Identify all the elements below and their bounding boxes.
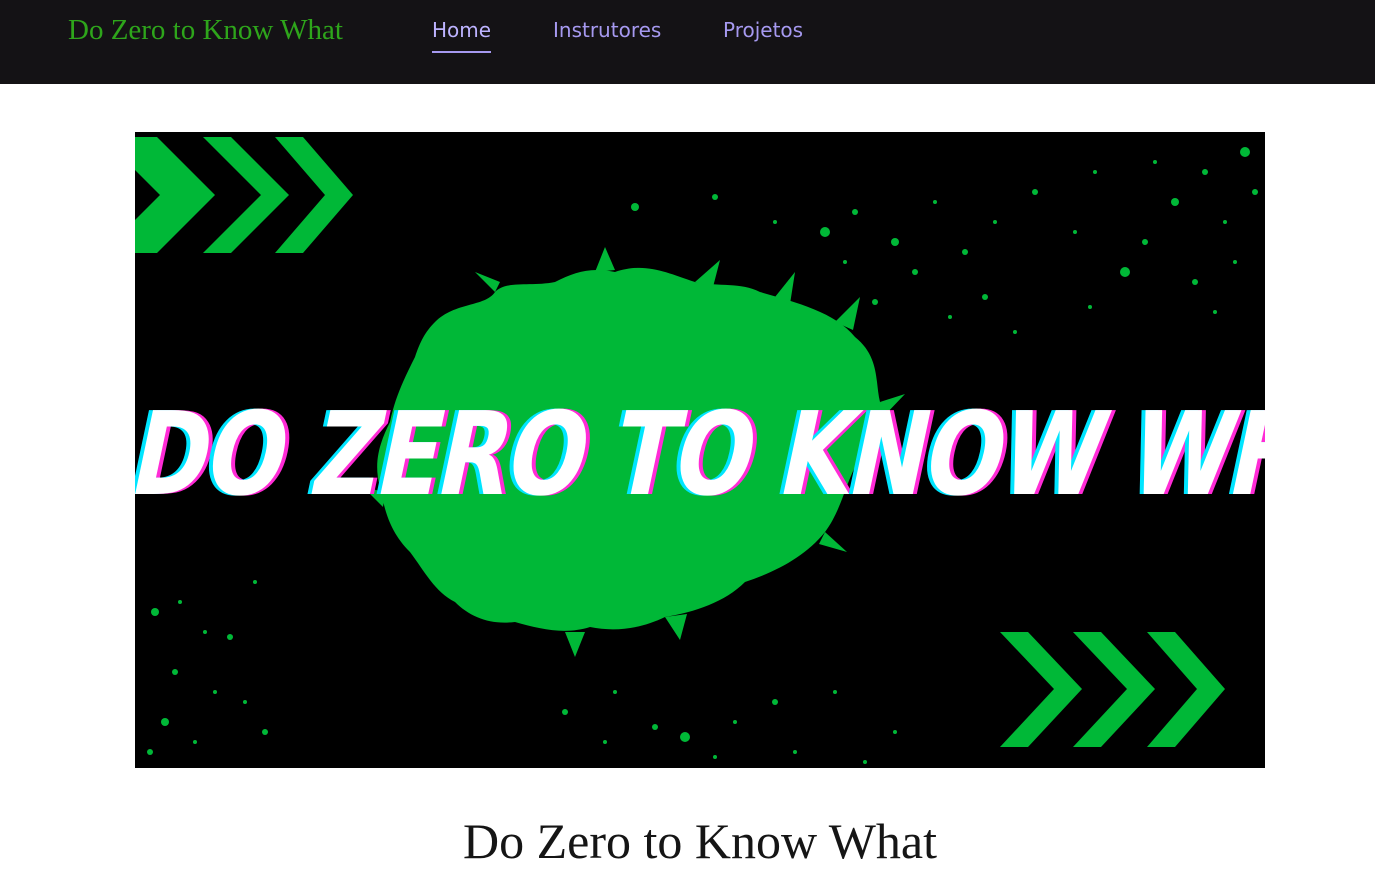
nav-projetos[interactable]: Projetos [723,17,803,43]
chevron-icon [1147,632,1225,747]
nav-home-label: Home [432,18,492,42]
nav-instrutores[interactable]: Instrutores [553,17,661,43]
active-indicator [432,51,492,53]
chevron-icon [1073,632,1155,747]
chevron-icon [135,137,215,253]
brand-link[interactable]: Do Zero to Know What [68,12,343,48]
top-navbar: Do Zero to Know What Home Instrutores Pr… [0,0,1375,84]
chevron-icon [1000,632,1082,747]
nav-home[interactable]: Home [432,17,492,53]
hero-banner-image: DO ZERO TO KNOW WHAT [135,132,1265,768]
chevron-icon [203,137,289,253]
banner-title-text: DO ZERO TO KNOW WHAT [135,387,1265,522]
page-title: Do Zero to Know What [463,813,937,869]
